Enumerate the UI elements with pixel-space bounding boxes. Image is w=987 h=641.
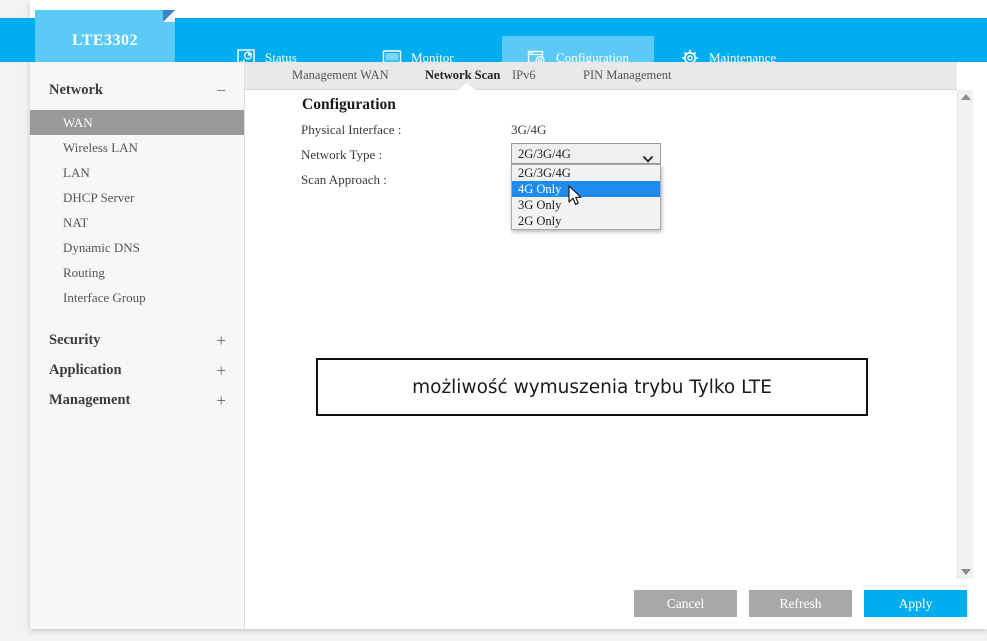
scroll-down-arrow-icon[interactable] [961, 569, 971, 575]
sidebar: Network − WAN Wireless LAN LAN DHCP Serv… [30, 62, 245, 629]
sidebar-item-wan[interactable]: WAN [30, 110, 244, 135]
dropdown-option-2g-only[interactable]: 2G Only [512, 213, 660, 229]
plus-icon[interactable]: + [216, 392, 226, 409]
plus-icon[interactable]: + [216, 362, 226, 379]
sub-tab-bar: Management WAN Network Scan IPv6 PIN Man… [245, 62, 957, 91]
sidebar-item-interface-group[interactable]: Interface Group [30, 285, 244, 310]
sidebar-group-label-network: Network [49, 81, 103, 98]
label-network-type: Network Type : [301, 147, 383, 162]
sidebar-group-label-management: Management [49, 391, 131, 408]
annotation-callout-box: możliwość wymuszenia trybu Tylko LTE [316, 358, 868, 416]
product-logo-label: LTE3302 [71, 32, 139, 49]
label-scan-approach: Scan Approach : [301, 172, 387, 187]
chevron-down-icon [643, 150, 653, 163]
apply-button[interactable]: Apply [864, 590, 967, 617]
sidebar-item-dhcp-server[interactable]: DHCP Server [30, 185, 244, 210]
value-physical-interface: 3G/4G [511, 122, 547, 137]
footer-action-bar: Cancel Refresh Apply [246, 579, 987, 629]
tab-pin-management[interactable]: PIN Management [583, 68, 672, 83]
dropdown-option-3g-only[interactable]: 3G Only [512, 197, 660, 213]
annotation-text: możliwość wymuszenia trybu Tylko LTE [412, 376, 772, 398]
tab-network-scan[interactable]: Network Scan [425, 68, 500, 83]
corner-fold-decoration [163, 10, 175, 22]
minus-icon[interactable]: − [216, 82, 226, 99]
scroll-up-arrow-icon[interactable] [961, 94, 971, 100]
sidebar-group-application[interactable]: Application + [30, 355, 244, 385]
cancel-button[interactable]: Cancel [634, 590, 737, 617]
sidebar-item-nat[interactable]: NAT [30, 210, 244, 235]
network-type-dropdown-options[interactable]: 2G/3G/4G 4G Only 3G Only 2G Only [511, 164, 661, 230]
label-physical-interface: Physical Interface : [301, 122, 402, 137]
sidebar-item-dynamic-dns[interactable]: Dynamic DNS [30, 235, 244, 260]
content-pane: Configuration Physical Interface : Netwo… [246, 90, 957, 579]
tab-ipv6[interactable]: IPv6 [512, 68, 536, 83]
app-window: Status Monitor Configuration Maintenance… [0, 0, 987, 629]
sidebar-group-label-security: Security [49, 331, 101, 348]
sidebar-group-management[interactable]: Management + [30, 385, 244, 415]
sidebar-group-label-application: Application [49, 361, 122, 378]
page-title: Configuration [302, 96, 396, 113]
tab-management-wan[interactable]: Management WAN [292, 68, 389, 83]
refresh-button[interactable]: Refresh [749, 590, 852, 617]
dropdown-option-2g3g4g[interactable]: 2G/3G/4G [512, 165, 660, 181]
network-type-select[interactable]: 2G/3G/4G [511, 143, 661, 164]
content-scrollbar[interactable] [957, 90, 973, 579]
sidebar-group-security[interactable]: Security + [30, 325, 244, 355]
plus-icon[interactable]: + [216, 332, 226, 349]
sidebar-item-routing[interactable]: Routing [30, 260, 244, 285]
network-type-selected-value: 2G/3G/4G [518, 147, 571, 161]
sidebar-item-lan[interactable]: LAN [30, 160, 244, 185]
sidebar-item-wireless-lan[interactable]: Wireless LAN [30, 135, 244, 160]
product-logo-tab: LTE3302 [35, 10, 175, 62]
dropdown-option-4g-only[interactable]: 4G Only [512, 181, 660, 197]
sidebar-group-network[interactable]: Network − [30, 75, 244, 105]
